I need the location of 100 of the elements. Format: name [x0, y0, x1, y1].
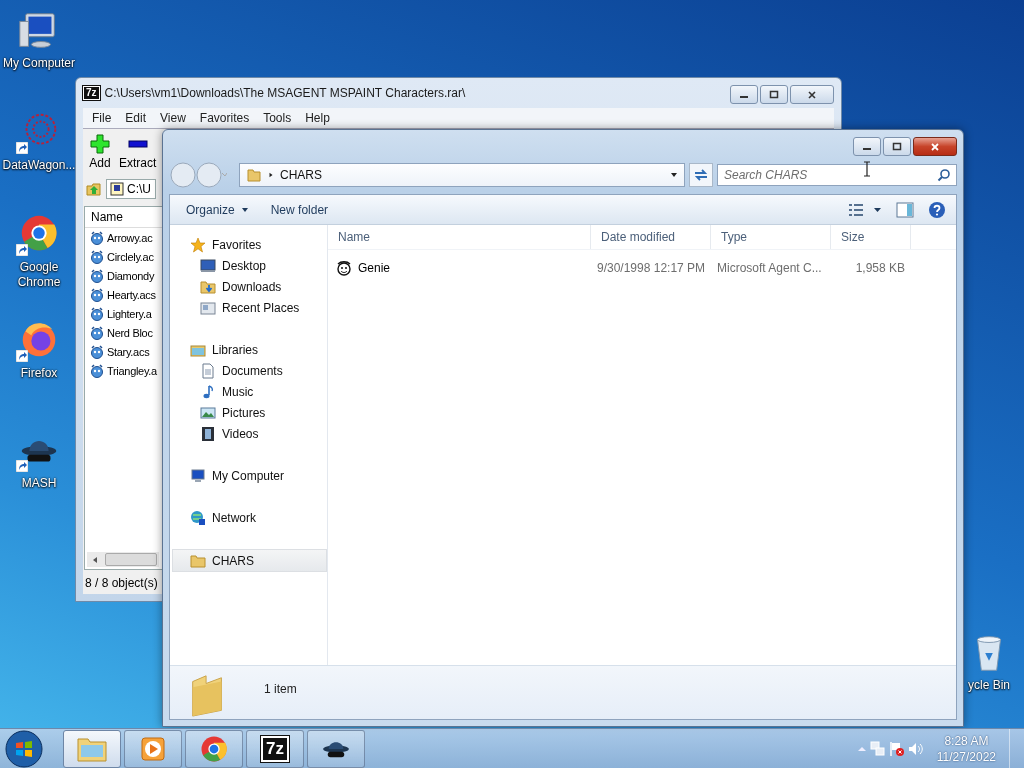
- desktop-icon-label[interactable]: Google Chrome: [0, 260, 78, 290]
- close-icon: [807, 89, 817, 100]
- computer-icon: [190, 467, 206, 484]
- maximize-button[interactable]: [883, 137, 911, 156]
- file-name[interactable]: Hearty.acs: [107, 288, 156, 301]
- nav-item[interactable]: Desktop: [170, 255, 327, 276]
- landscape-image-icon: [200, 404, 216, 421]
- status-text: 8 / 8 object(s): [84, 575, 159, 592]
- window-icon: [200, 299, 216, 316]
- maximize-icon: [892, 141, 902, 152]
- archive-icon: [110, 182, 124, 196]
- search-field[interactable]: Search CHARS: [717, 164, 957, 186]
- nav-item[interactable]: Favorites: [170, 234, 327, 255]
- file-name[interactable]: Circlely.ac: [107, 250, 154, 263]
- play-icon: [139, 734, 167, 763]
- star-icon: [190, 236, 206, 253]
- menu-item[interactable]: Tools: [256, 111, 299, 125]
- column-header[interactable]: Date modified: [591, 225, 711, 249]
- address-bar[interactable]: CHARS: [239, 163, 685, 187]
- maximize-button[interactable]: [760, 85, 788, 104]
- nav-item[interactable]: Downloads: [170, 276, 327, 297]
- nav-item[interactable]: CHARS: [172, 549, 327, 572]
- dropdown-caret-icon[interactable]: [670, 171, 678, 179]
- table-cell-text: 1,958 KB: [854, 261, 906, 275]
- file-name[interactable]: Triangley.a: [107, 364, 157, 377]
- folder-icon: [246, 167, 262, 183]
- globe-icon: [190, 509, 206, 526]
- horizontal-scrollbar[interactable]: [87, 552, 159, 567]
- character-face-icon: [90, 344, 104, 359]
- close-button[interactable]: [790, 85, 834, 104]
- text-cursor-icon: [863, 161, 871, 177]
- search-icon[interactable]: [937, 168, 951, 182]
- desktop-icon-label[interactable]: My Computer: [1, 56, 77, 71]
- character-face-icon: [90, 249, 104, 264]
- table-cell-text: Microsoft Agent C...: [716, 261, 823, 275]
- nav-item[interactable]: Music: [170, 381, 327, 402]
- app-logo: 7z: [83, 86, 100, 100]
- file-name[interactable]: Arrowy.ac: [107, 231, 153, 244]
- flag-icon[interactable]: [888, 740, 905, 757]
- nav-item[interactable]: Documents: [170, 360, 327, 381]
- monitor-icon: [200, 257, 216, 274]
- column-header[interactable]: Size: [831, 225, 911, 249]
- file-name[interactable]: Genie: [328, 260, 591, 276]
- nav-item[interactable]: My Computer: [170, 465, 327, 486]
- desktop-icon-label[interactable]: Firefox: [18, 366, 60, 381]
- minimize-button[interactable]: [853, 137, 881, 156]
- desktop-icon-label[interactable]: ycle Bin: [966, 678, 1012, 693]
- scroll-left-icon[interactable]: [91, 555, 99, 564]
- character-face-icon: [90, 363, 104, 378]
- genie-face-icon: [336, 260, 352, 276]
- dropdown-caret-icon: [240, 205, 249, 214]
- toolbar-button[interactable]: New folder: [266, 199, 333, 220]
- minimize-button[interactable]: [730, 85, 758, 104]
- file-name[interactable]: Lightery.a: [107, 307, 152, 320]
- character-face-icon: [90, 287, 104, 302]
- menu-item[interactable]: Edit: [118, 111, 154, 125]
- menu-item[interactable]: File: [85, 111, 119, 125]
- folder-icon: [190, 552, 206, 569]
- maximize-icon: [769, 89, 779, 100]
- nav-item[interactable]: Libraries: [170, 339, 327, 360]
- menu-item[interactable]: View: [153, 111, 193, 125]
- menu-item[interactable]: Help: [298, 111, 337, 125]
- help-icon[interactable]: [928, 200, 946, 219]
- view-options-icon[interactable]: [848, 201, 882, 218]
- file-name[interactable]: Diamondy: [107, 269, 155, 282]
- film-icon: [200, 425, 216, 442]
- download-folder-icon: [200, 278, 216, 295]
- start-button[interactable]: [4, 728, 44, 768]
- column-header[interactable]: Name: [328, 225, 591, 249]
- window-title: C:\Users\vm1\Downloads\The MSAGENT MSPAINT Characters.rar\: [104, 86, 466, 100]
- plus-icon: [89, 134, 111, 154]
- table-cell-text: 9/30/1998 12:17 PM: [596, 261, 707, 275]
- desktop-icon-label[interactable]: DataWagon...: [0, 158, 78, 173]
- minimize-icon: [740, 96, 748, 98]
- character-face-icon: [90, 268, 104, 283]
- toolbar-button[interactable]: Extract: [119, 134, 157, 174]
- taskbar-button[interactable]: 7z: [246, 729, 304, 768]
- toolbar-button[interactable]: Add: [89, 134, 111, 174]
- path-field[interactable]: C:\U: [106, 179, 156, 199]
- taskbar-button[interactable]: [307, 729, 365, 768]
- item-count: 1 item: [264, 682, 297, 696]
- close-button[interactable]: [913, 137, 957, 156]
- character-face-icon: [90, 325, 104, 340]
- toolbar-button[interactable]: Organize: [182, 199, 253, 220]
- file-name[interactable]: Nerd Bloc: [107, 326, 153, 339]
- chevron-icon[interactable]: [268, 171, 274, 179]
- nav-item[interactable]: Recent Places: [170, 297, 327, 318]
- nav-item[interactable]: Videos: [170, 423, 327, 444]
- menu-item[interactable]: Favorites: [192, 111, 257, 125]
- character-face-icon: [90, 306, 104, 321]
- nav-item[interactable]: Pictures: [170, 402, 327, 423]
- file-name[interactable]: Stary.acs: [107, 345, 150, 358]
- column-header[interactable]: Type: [711, 225, 831, 249]
- refresh-icon[interactable]: [689, 163, 713, 187]
- nav-item[interactable]: Network: [170, 507, 327, 528]
- column-header[interactable]: Name: [85, 210, 123, 224]
- character-face-icon: [90, 230, 104, 245]
- document-icon: [200, 362, 216, 379]
- minimize-icon: [863, 148, 871, 150]
- folder-up-icon[interactable]: [86, 181, 102, 197]
